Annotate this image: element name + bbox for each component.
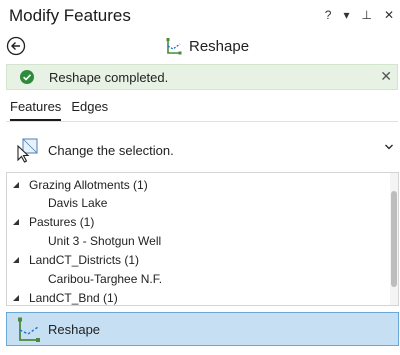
tab-divider <box>6 121 398 122</box>
title-bar: Modify Features ? ▾ ⊥ ✕ <box>0 0 400 34</box>
tree-scrollbar[interactable] <box>390 173 398 305</box>
chevron-down-icon[interactable] <box>384 142 394 152</box>
expand-triangle-icon[interactable] <box>13 257 19 263</box>
tool-header: Reshape <box>165 36 249 56</box>
close-pane-button[interactable]: ✕ <box>384 8 394 22</box>
select-cursor-icon <box>17 138 38 163</box>
pane-title: Modify Features <box>9 6 131 25</box>
reshape-icon <box>18 317 40 342</box>
tree-item-shotgun-well[interactable]: Unit 3 - Shotgun Well <box>48 234 161 248</box>
reshape-icon <box>166 38 182 55</box>
tree-scrollbar-thumb[interactable] <box>391 191 397 287</box>
help-button[interactable]: ? <box>325 8 332 22</box>
tree-item-caribou-targhee[interactable]: Caribou-Targhee N.F. <box>48 272 162 286</box>
selection-label: Change the selection. <box>48 142 174 158</box>
active-tool-reshape[interactable]: Reshape <box>6 312 399 346</box>
change-selection-button[interactable]: Change the selection. <box>14 136 400 164</box>
back-arrow-icon[interactable] <box>6 36 26 56</box>
tool-name: Reshape <box>189 37 250 55</box>
expand-triangle-icon[interactable] <box>13 219 19 225</box>
pin-button[interactable]: ⊥ <box>361 8 371 22</box>
tree-item-davis-lake[interactable]: Davis Lake <box>48 196 107 210</box>
check-circle-icon <box>20 70 34 84</box>
feature-tree[interactable]: Grazing Allotments (1) Davis Lake Pastur… <box>6 172 399 306</box>
options-menu-button[interactable]: ▾ <box>343 8 349 22</box>
dismiss-message-button[interactable]: ✕ <box>380 68 392 85</box>
status-message: Reshape completed. <box>49 70 169 85</box>
tab-strip: Features Edges <box>10 99 108 121</box>
active-tool-label: Reshape <box>48 322 101 337</box>
title-bar-buttons: ? ▾ ⊥ ✕ <box>325 8 394 22</box>
tab-edges[interactable]: Edges <box>71 99 108 121</box>
expand-triangle-icon[interactable] <box>13 182 19 188</box>
status-message-bar: Reshape completed. ✕ <box>6 64 398 90</box>
tab-features[interactable]: Features <box>10 99 62 121</box>
expand-triangle-icon[interactable] <box>13 295 19 301</box>
